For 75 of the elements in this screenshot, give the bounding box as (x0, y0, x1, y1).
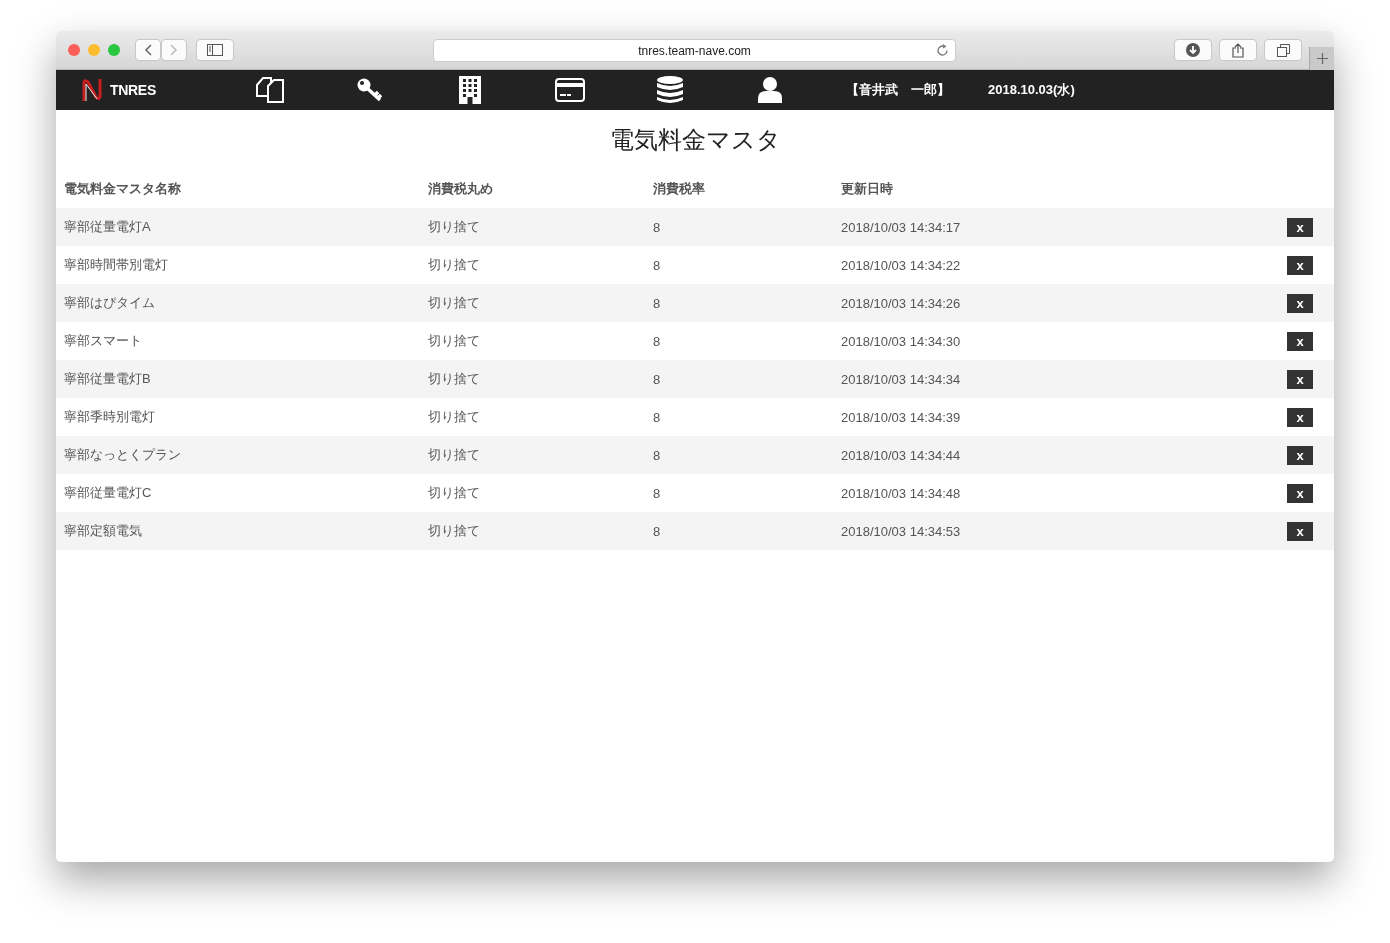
delete-button[interactable]: x (1287, 255, 1313, 275)
table-cell: 2018/10/03 14:34:53 (841, 523, 961, 539)
table-cell: 切り捨て (428, 446, 480, 464)
delete-button[interactable]: x (1287, 369, 1313, 389)
table-cell: 8 (653, 447, 661, 463)
user-icon[interactable] (758, 77, 782, 103)
reload-icon[interactable] (936, 44, 949, 57)
table-cell: 切り捨て (428, 522, 480, 540)
table-cell: 寧部従量電灯B (64, 370, 151, 388)
logo-icon[interactable] (80, 77, 104, 103)
table-cell: 寧部なっとくプラン (64, 446, 181, 464)
table-cell: 2018/10/03 14:34:26 (841, 295, 961, 311)
key-icon[interactable] (356, 77, 384, 103)
column-header: 電気料金マスタ名称 (64, 181, 181, 196)
plus-icon (1316, 53, 1328, 64)
database-icon[interactable] (657, 76, 683, 104)
url-text: tnres.team-nave.com (638, 43, 751, 58)
chevron-right-icon (170, 44, 178, 56)
table-cell: 寧部従量電灯C (64, 484, 152, 502)
delete-button[interactable]: x (1287, 445, 1313, 465)
table-cell: 8 (653, 371, 661, 387)
tabs-icon (1276, 43, 1290, 57)
sidebar-icon (207, 44, 223, 56)
table-cell: 2018/10/03 14:34:44 (841, 447, 961, 463)
table-cell: 切り捨て (428, 256, 480, 274)
column-header: 消費税丸め (428, 181, 493, 196)
delete-button[interactable]: x (1287, 521, 1313, 541)
table-cell: 8 (653, 523, 661, 539)
table-cell: 寧部季時別電灯 (64, 408, 155, 426)
user-name: 【音井武 一郎】 (846, 81, 950, 99)
table-cell: 2018/10/03 14:34:34 (841, 371, 961, 387)
building-icon[interactable] (459, 76, 481, 104)
table-cell: 8 (653, 333, 661, 349)
current-date: 2018.10.03(水) (988, 81, 1075, 99)
table-cell: 8 (653, 485, 661, 501)
table-cell: 8 (653, 409, 661, 425)
download-icon (1186, 43, 1200, 57)
delete-button[interactable]: x (1287, 293, 1313, 313)
table-cell: 切り捨て (428, 370, 480, 388)
table-cell: 寧部時間帯別電灯 (64, 256, 168, 274)
tabs-button[interactable] (1264, 39, 1302, 61)
delete-button[interactable]: x (1287, 407, 1313, 427)
table-cell: 8 (653, 295, 661, 311)
credit-card-icon[interactable] (555, 78, 585, 102)
sidebar-button[interactable] (196, 39, 234, 61)
table-cell: 切り捨て (428, 294, 480, 312)
table-cell: 2018/10/03 14:34:22 (841, 257, 961, 273)
table-cell: 切り捨て (428, 408, 480, 426)
brand-name[interactable]: TNRES (110, 82, 156, 98)
table-cell: 8 (653, 219, 661, 235)
table-cell: 8 (653, 257, 661, 273)
share-icon (1232, 42, 1244, 58)
table-cell: 2018/10/03 14:34:39 (841, 409, 961, 425)
address-bar[interactable]: tnres.team-nave.com (433, 39, 956, 62)
chevron-left-icon (144, 44, 152, 56)
table-cell: 寧部従量電灯A (64, 218, 151, 236)
column-header: 更新日時 (841, 181, 893, 196)
table-cell: 2018/10/03 14:34:48 (841, 485, 961, 501)
table-cell: 切り捨て (428, 332, 480, 350)
table-cell: 切り捨て (428, 484, 480, 502)
table-cell: 寧部スマート (64, 332, 142, 350)
copy-icon[interactable] (255, 76, 285, 104)
table-cell: 切り捨て (428, 218, 480, 236)
column-header: 消費税率 (653, 181, 705, 196)
new-tab-button[interactable] (1309, 47, 1334, 70)
delete-button[interactable]: x (1287, 331, 1313, 351)
table-cell: 寧部定額電気 (64, 522, 142, 540)
table-cell: 寧部はぴタイム (64, 294, 155, 312)
downloads-button[interactable] (1174, 39, 1212, 61)
table-cell: 2018/10/03 14:34:30 (841, 333, 961, 349)
delete-button[interactable]: x (1287, 483, 1313, 503)
table-cell: 2018/10/03 14:34:17 (841, 219, 961, 235)
delete-button[interactable]: x (1287, 217, 1313, 237)
share-button[interactable] (1219, 39, 1257, 61)
page-title: 電気料金マスタ (608, 125, 782, 155)
